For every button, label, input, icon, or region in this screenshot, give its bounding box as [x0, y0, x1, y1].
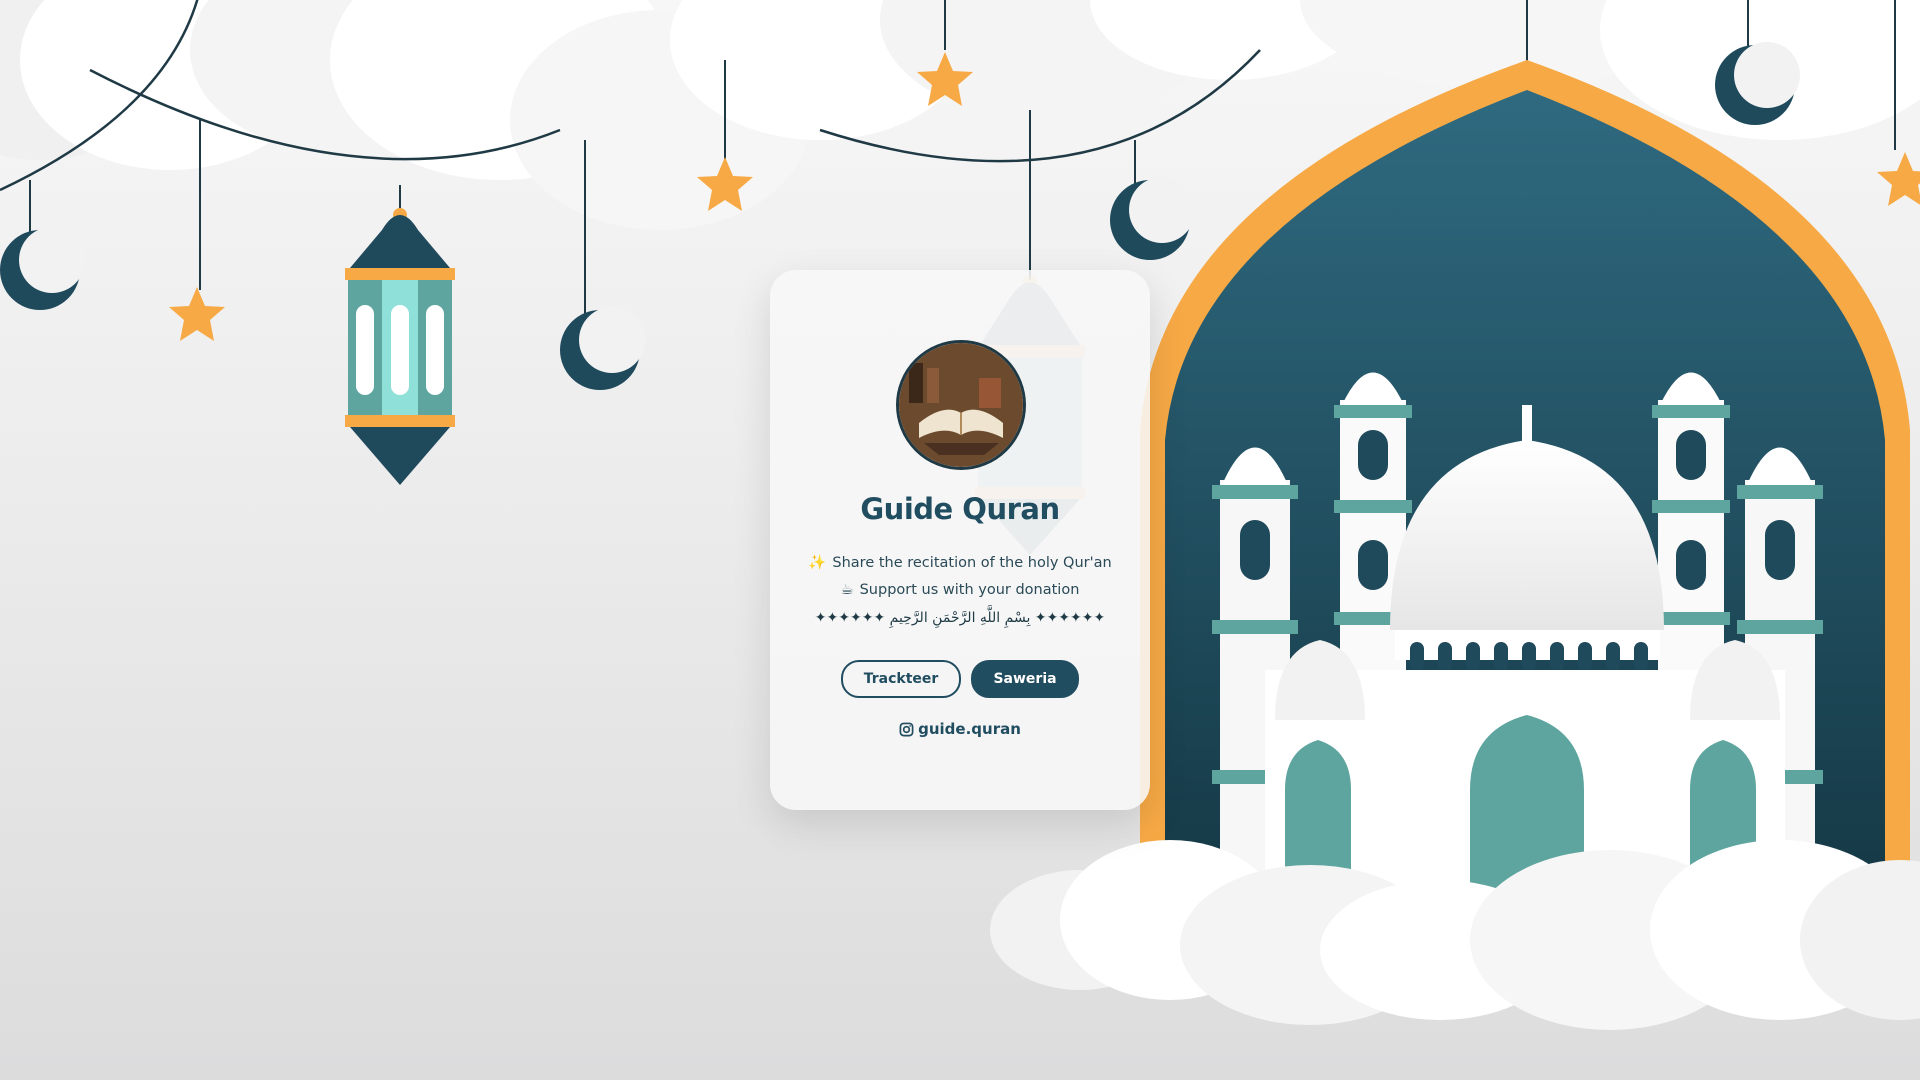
instagram-link[interactable]: guide.quran	[770, 720, 1150, 738]
bio-text: Share the recitation of the holy Qur'an	[832, 555, 1112, 571]
bio-text: Support us with your donation	[859, 582, 1080, 598]
bio-line: ✨ Share the recitation of the holy Qur'an	[770, 554, 1150, 571]
coffee-icon: ☕	[840, 582, 854, 598]
star-icon	[1877, 152, 1920, 206]
lantern-icon	[345, 208, 455, 485]
crescent-moon-icon	[0, 227, 85, 310]
crescent-moon-icon	[560, 307, 645, 390]
profile-card: Guide Quran ✨ Share the recitation of the…	[770, 270, 1150, 810]
link-buttons: Trackteer Saweria	[770, 660, 1150, 698]
instagram-handle: guide.quran	[918, 720, 1021, 738]
open-quran-icon	[899, 343, 1023, 467]
star-icon	[169, 287, 225, 341]
profile-avatar	[896, 340, 1026, 470]
crescent-moon-icon	[1110, 177, 1195, 260]
instagram-icon	[899, 722, 914, 736]
bismillah-text: ✦✦✦✦✦✦ بِسْمِ اللَّهِ الرَّحْمَنِ الرَّح…	[814, 610, 1106, 626]
sparkles-icon: ✨	[808, 555, 827, 571]
profile-name: Guide Quran	[860, 492, 1060, 526]
saweria-button[interactable]: Saweria	[971, 660, 1079, 698]
trackteer-button[interactable]: Trackteer	[841, 660, 961, 698]
bio-line: ☕ Support us with your donation	[770, 582, 1150, 598]
